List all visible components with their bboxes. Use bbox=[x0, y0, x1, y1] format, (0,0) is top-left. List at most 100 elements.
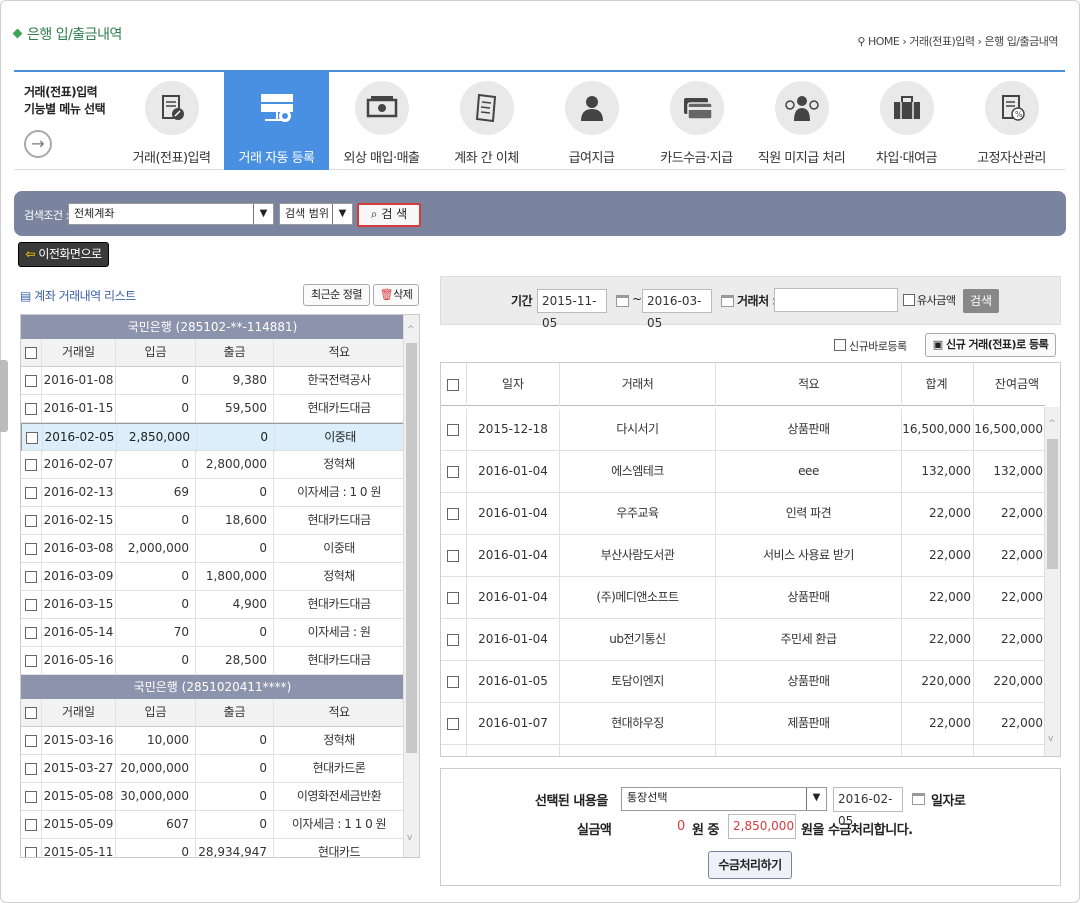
total-amount-input[interactable]: 2,850,000 bbox=[728, 814, 796, 839]
withdraw-cell: 0 bbox=[195, 783, 273, 811]
row-checkbox[interactable] bbox=[25, 762, 37, 775]
side-panel-handle[interactable] bbox=[0, 360, 8, 432]
table-row[interactable]: 2015-12-18 다시서기 상품판매 16,500,000 16,500,0… bbox=[441, 409, 1045, 451]
table-row[interactable]: 2016-05-16 0 28,500 현대카드대금 bbox=[21, 647, 404, 675]
row-checkbox[interactable] bbox=[25, 846, 37, 857]
menu-item-label: 직원 미지급 처리 bbox=[757, 151, 846, 166]
menu-item-credit-trade[interactable]: 외상 매입·매출 bbox=[329, 72, 434, 170]
process-collection-button[interactable]: 수금처리하기 bbox=[708, 851, 792, 879]
similar-amount-checkbox[interactable] bbox=[903, 294, 915, 306]
table-row[interactable]: 2015-03-27 20,000,000 0 현대카드론 bbox=[21, 755, 404, 783]
table-row[interactable]: 2016-01-04 부산사람도서관 서비스 사용료 받기 22,000 22,… bbox=[441, 535, 1045, 577]
row-checkbox[interactable] bbox=[25, 570, 37, 583]
row-checkbox[interactable] bbox=[25, 402, 37, 415]
sort-recent-button[interactable]: 최근순 정렬 bbox=[303, 284, 370, 306]
table-row[interactable]: 2016-01-04 우주교육 인력 파견 22,000 22,000 bbox=[441, 493, 1045, 535]
row-checkbox[interactable] bbox=[25, 374, 37, 387]
new-direct-register-checkbox[interactable] bbox=[834, 339, 846, 351]
memo-cell: 상품판매 bbox=[715, 409, 901, 451]
table-row[interactable]: 2016-01-04 에스엠테크 eee 132,000 132,000 bbox=[441, 451, 1045, 493]
row-checkbox[interactable] bbox=[25, 486, 37, 499]
row-checkbox[interactable] bbox=[25, 734, 37, 747]
table-row[interactable]: 2016-01-15 0 59,500 현대카드대금 bbox=[21, 395, 404, 423]
range-select[interactable]: 검색 범위 ▼ bbox=[279, 203, 353, 225]
arrow-right-icon[interactable]: → bbox=[24, 130, 52, 158]
table-row[interactable]: 2016-02-15 0 18,600 현대카드대금 bbox=[21, 507, 404, 535]
select-all-checkbox[interactable] bbox=[447, 378, 459, 391]
scroll-thumb[interactable] bbox=[406, 343, 417, 753]
bank-group-header: 국민은행 (285102-**-114881) bbox=[21, 315, 404, 339]
left-list-scrollbar[interactable]: ^ v bbox=[403, 315, 419, 857]
table-row[interactable]: 2016-01-04 (주)메디앤소프트 상품판매 22,000 22,000 bbox=[441, 577, 1045, 619]
period-from-input[interactable]: 2015-11-05 bbox=[537, 289, 607, 330]
row-checkbox[interactable] bbox=[447, 633, 459, 646]
table-row[interactable]: 2016-03-08 2,000,000 0 이중태 bbox=[21, 535, 404, 563]
table-row[interactable]: 2015-05-11 0 28,934,947 현대카드 bbox=[21, 839, 404, 857]
table-row[interactable]: 2016-02-05 2,850,000 0 이중태 bbox=[21, 423, 404, 452]
table-row[interactable]: 2015-05-09 607 0 이자세금 : 1 1 0 원 bbox=[21, 811, 404, 839]
row-checkbox[interactable] bbox=[25, 790, 37, 803]
row-checkbox[interactable] bbox=[25, 514, 37, 527]
search-button[interactable]: ⌕ 검 색 bbox=[357, 203, 421, 227]
menu-item-account-transfer[interactable]: 계좌 간 이체 bbox=[434, 72, 539, 170]
process-date-input[interactable]: 2016-02-05 bbox=[833, 787, 903, 828]
calendar-icon[interactable] bbox=[912, 793, 925, 805]
scroll-down-icon[interactable]: v bbox=[1048, 734, 1053, 744]
scroll-up-icon[interactable]: ^ bbox=[407, 325, 415, 335]
row-checkbox[interactable] bbox=[25, 458, 37, 471]
row-checkbox[interactable] bbox=[25, 654, 37, 667]
table-row[interactable]: 2016-02-13 69 0 이자세금 : 1 0 원 bbox=[21, 479, 404, 507]
table-row[interactable]: 2016-01-08 0 9,380 한국전력공사 bbox=[21, 367, 404, 395]
breadcrumb-level1[interactable]: 거래(전표)입력 bbox=[909, 35, 975, 48]
row-checkbox[interactable] bbox=[25, 598, 37, 611]
table-row[interactable]: 2016-03-15 0 4,900 현대카드대금 bbox=[21, 591, 404, 619]
date-cell: 2015-05-09 bbox=[41, 811, 115, 839]
account-select[interactable]: 전체계좌 ▼ bbox=[68, 203, 274, 225]
table-row[interactable]: 2015-03-16 10,000 0 정혁채 bbox=[21, 727, 404, 755]
table-row[interactable]: 2016-01-04 ub전기통신 주민세 환급 22,000 22,000 bbox=[441, 619, 1045, 661]
row-checkbox[interactable] bbox=[447, 675, 459, 688]
menu-item-card[interactable]: 카드수금·지급 bbox=[644, 72, 749, 170]
row-checkbox[interactable] bbox=[25, 542, 37, 555]
select-all-checkbox[interactable] bbox=[25, 346, 37, 359]
calendar-icon[interactable] bbox=[721, 295, 734, 307]
magnifier-icon: ⌕ bbox=[370, 207, 378, 221]
filter-search-button[interactable]: 검색 bbox=[963, 289, 999, 313]
table-row[interactable]: 2016-01-07 현대하우징 제품판매 22,000 22,000 bbox=[441, 703, 1045, 745]
scroll-thumb[interactable] bbox=[1047, 439, 1058, 569]
calendar-icon[interactable] bbox=[616, 295, 629, 307]
partner-input[interactable] bbox=[774, 288, 898, 312]
table-row[interactable]: 2016-02-07 0 2,800,000 정혁채 bbox=[21, 451, 404, 479]
back-button[interactable]: ⇦ 이전화면으로 bbox=[18, 242, 109, 267]
menu-item-payroll[interactable]: 급여지급 bbox=[539, 72, 644, 170]
period-to-input[interactable]: 2016-03-05 bbox=[642, 289, 712, 330]
select-all-checkbox[interactable] bbox=[25, 706, 37, 719]
menu-item-auto-register[interactable]: 거래 자동 등록 bbox=[224, 72, 329, 170]
menu-item-fixed-asset[interactable]: % 고정자산관리 bbox=[959, 72, 1064, 170]
withdraw-cell: 28,500 bbox=[195, 647, 273, 675]
menu-item-loan[interactable]: 차입·대여금 bbox=[854, 72, 959, 170]
row-checkbox[interactable] bbox=[447, 423, 459, 436]
right-table-scrollbar[interactable]: ^ v bbox=[1044, 407, 1060, 756]
table-row[interactable]: 2016-03-09 0 1,800,000 정혁채 bbox=[21, 563, 404, 591]
breadcrumb-home[interactable]: HOME bbox=[868, 35, 900, 48]
scroll-up-icon[interactable]: ^ bbox=[1048, 419, 1056, 429]
passbook-select[interactable]: 통장선택 ▼ bbox=[621, 787, 827, 811]
row-checkbox[interactable] bbox=[447, 549, 459, 562]
table-row[interactable]: 2016-01-05 토담이엔지 상품판매 220,000 220,000 bbox=[441, 661, 1045, 703]
scroll-down-icon[interactable]: v bbox=[407, 833, 412, 843]
table-row[interactable]: 2016-05-14 70 0 이자세금 : 원 bbox=[21, 619, 404, 647]
delete-button[interactable]: 🗑삭제 bbox=[373, 284, 419, 306]
menu-item-employee-unpaid[interactable]: 직원 미지급 처리 bbox=[749, 72, 854, 170]
row-checkbox[interactable] bbox=[26, 431, 38, 444]
row-checkbox[interactable] bbox=[447, 591, 459, 604]
table-row[interactable]: 2015-05-08 30,000,000 0 이영화전세금반환 bbox=[21, 783, 404, 811]
row-checkbox[interactable] bbox=[25, 626, 37, 639]
passbook-select-value: 통장선택 bbox=[627, 791, 668, 804]
row-checkbox[interactable] bbox=[447, 507, 459, 520]
row-checkbox[interactable] bbox=[447, 465, 459, 478]
row-checkbox[interactable] bbox=[447, 717, 459, 730]
new-voucher-register-button[interactable]: ▣ 신규 거래(전표)로 등록 bbox=[925, 333, 1056, 357]
menu-item-voucher-input[interactable]: 거래(전표)입력 bbox=[119, 72, 224, 170]
row-checkbox[interactable] bbox=[25, 818, 37, 831]
